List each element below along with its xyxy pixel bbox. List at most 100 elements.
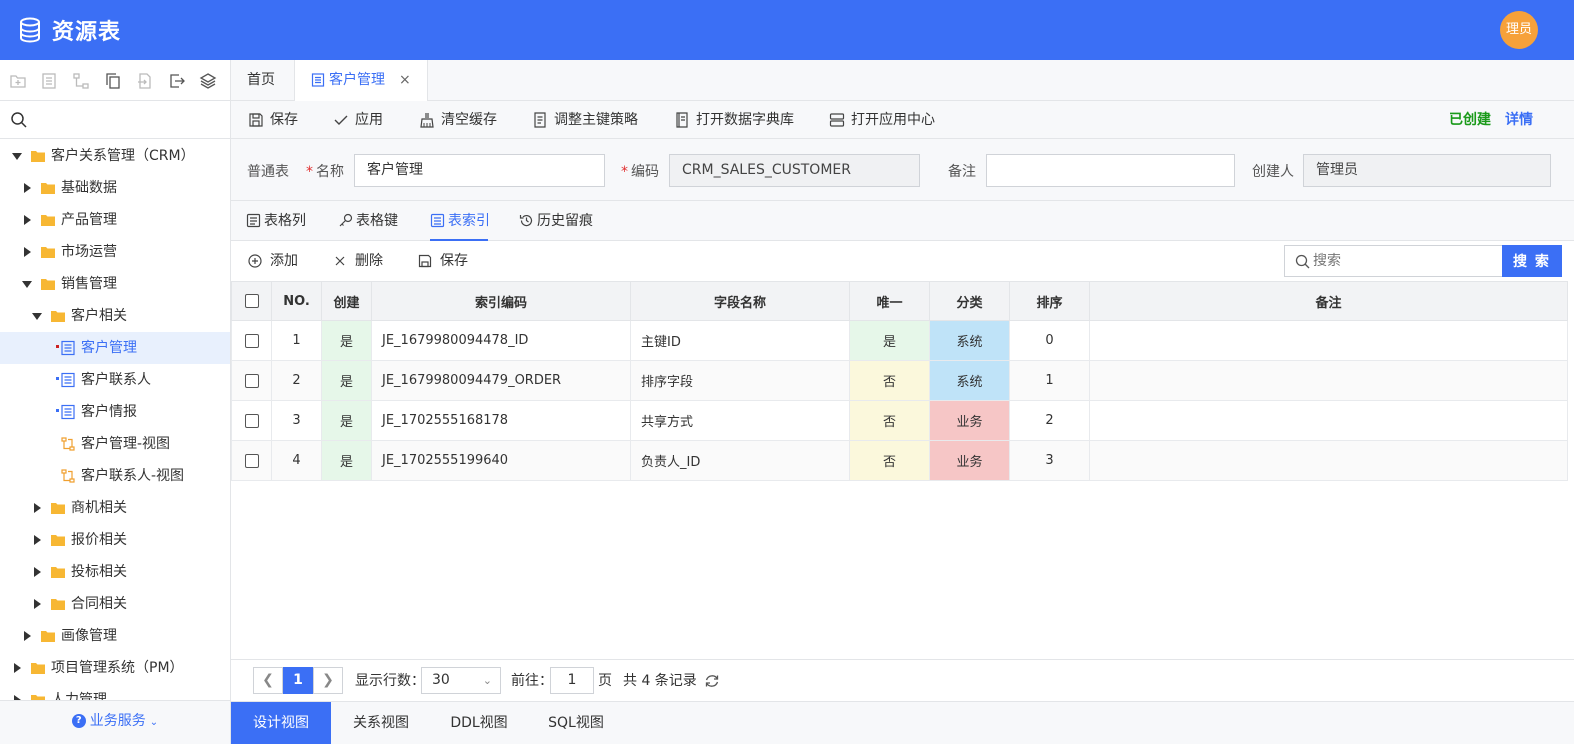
- row-checkbox[interactable]: [244, 333, 259, 348]
- layers-icon[interactable]: [199, 72, 217, 90]
- tree-item[interactable]: 基础数据: [0, 172, 230, 204]
- tree-item[interactable]: 画像管理: [0, 620, 230, 652]
- tree-item[interactable]: 报价相关: [0, 524, 230, 556]
- remark-field[interactable]: [986, 154, 1235, 187]
- unique-cell[interactable]: 否: [849, 400, 930, 441]
- user-avatar[interactable]: 理员: [1500, 11, 1538, 49]
- tree-item[interactable]: 项目管理系统（PM）: [0, 652, 230, 684]
- search-button[interactable]: 搜 索: [1502, 245, 1562, 277]
- tab-table-columns[interactable]: 表格列: [246, 201, 308, 241]
- tree-item[interactable]: 客户管理: [0, 332, 230, 364]
- tree-item[interactable]: 投标相关: [0, 556, 230, 588]
- detail-link[interactable]: 详情: [1505, 101, 1533, 139]
- category-cell[interactable]: 系统: [929, 320, 1010, 361]
- current-page-button[interactable]: 1: [283, 667, 313, 694]
- caret-down-icon[interactable]: [12, 151, 22, 161]
- code-field[interactable]: CRM_SALES_CUSTOMER: [669, 154, 920, 187]
- row-checkbox[interactable]: [244, 413, 259, 428]
- tree-item[interactable]: 产品管理: [0, 204, 230, 236]
- tab-table-keys[interactable]: 表格键: [338, 201, 400, 241]
- table-row[interactable]: 3 是 JE_1702555168178 共享方式否业务 2: [231, 400, 1568, 441]
- category-cell[interactable]: 系统: [929, 360, 1010, 401]
- column-header[interactable]: NO.: [271, 281, 322, 321]
- column-header[interactable]: 索引编码: [371, 281, 631, 321]
- table-row[interactable]: 4 是 JE_1702555199640 负责人_ID 否业务 3: [231, 440, 1568, 481]
- category-cell[interactable]: 业务: [929, 400, 1010, 441]
- tree-item[interactable]: 客户管理-视图: [0, 428, 230, 460]
- caret-right-icon[interactable]: [32, 567, 42, 577]
- next-page-button[interactable]: ❯: [313, 667, 343, 694]
- field-name-cell[interactable]: 共享方式: [630, 400, 850, 441]
- remark-cell[interactable]: [1089, 440, 1568, 481]
- grid-search-input[interactable]: [1313, 250, 1498, 272]
- copy-icon[interactable]: [104, 72, 122, 90]
- goto-page-input[interactable]: 1: [550, 667, 594, 694]
- remark-cell[interactable]: [1089, 360, 1568, 401]
- tree-item[interactable]: 商机相关: [0, 492, 230, 524]
- prev-page-button[interactable]: ❮: [253, 667, 283, 694]
- tab-sql-view[interactable]: SQL视图: [526, 702, 626, 744]
- index-code-cell[interactable]: JE_1679980094478_ID: [371, 320, 631, 361]
- close-icon[interactable]: ×: [399, 60, 411, 100]
- tree-item[interactable]: 客户情报: [0, 396, 230, 428]
- caret-right-icon[interactable]: [32, 599, 42, 609]
- remark-cell[interactable]: [1089, 320, 1568, 361]
- caret-down-icon[interactable]: [22, 279, 32, 289]
- column-header[interactable]: 分类: [929, 281, 1010, 321]
- column-header[interactable]: 创建: [321, 281, 372, 321]
- order-cell[interactable]: 2: [1009, 400, 1090, 441]
- caret-right-icon[interactable]: [32, 503, 42, 513]
- index-code-cell[interactable]: JE_1679980094479_ORDER: [371, 360, 631, 401]
- caret-right-icon[interactable]: [32, 535, 42, 545]
- tree-item[interactable]: 客户关系管理（CRM）: [0, 140, 230, 172]
- sidebar-search-input[interactable]: [34, 107, 224, 133]
- tab-home[interactable]: 首页: [247, 60, 275, 101]
- field-name-cell[interactable]: 排序字段: [630, 360, 850, 401]
- refresh-icon[interactable]: [704, 673, 720, 689]
- name-field[interactable]: 客户管理: [354, 154, 605, 187]
- field-name-cell[interactable]: 负责人_ID: [630, 440, 850, 481]
- field-name-cell[interactable]: 主键ID: [630, 320, 850, 361]
- table-row[interactable]: 1 是 JE_1679980094478_ID 主键ID 是系统 0: [231, 320, 1568, 361]
- tree-item[interactable]: 合同相关: [0, 588, 230, 620]
- creator-field[interactable]: 管理员: [1303, 154, 1551, 187]
- column-header[interactable]: 字段名称: [630, 281, 850, 321]
- order-cell[interactable]: 1: [1009, 360, 1090, 401]
- unique-cell[interactable]: 否: [849, 440, 930, 481]
- business-service-menu[interactable]: ? 业务服务 ⌄: [0, 700, 230, 744]
- select-all-checkbox[interactable]: [244, 294, 259, 308]
- tree-item[interactable]: 市场运营: [0, 236, 230, 268]
- caret-right-icon[interactable]: [22, 215, 32, 225]
- tree-item[interactable]: 客户联系人: [0, 364, 230, 396]
- row-checkbox[interactable]: [244, 373, 259, 388]
- add-table-icon[interactable]: [40, 72, 58, 90]
- caret-right-icon[interactable]: [22, 631, 32, 641]
- caret-right-icon[interactable]: [22, 247, 32, 257]
- table-row[interactable]: 2 是 JE_1679980094479_ORDER 排序字段否系统 1: [231, 360, 1568, 401]
- tab-relation-view[interactable]: 关系视图: [331, 702, 431, 744]
- tab-customer-management[interactable]: 客户管理 ×: [294, 60, 428, 102]
- caret-down-icon[interactable]: [32, 311, 42, 321]
- export-icon[interactable]: [168, 72, 186, 90]
- tree-item[interactable]: 人力管理: [0, 684, 230, 700]
- order-cell[interactable]: 3: [1009, 440, 1090, 481]
- caret-right-icon[interactable]: [12, 663, 22, 673]
- rows-per-page-select[interactable]: 30 ⌄: [421, 667, 501, 694]
- import-icon[interactable]: [136, 72, 154, 90]
- index-code-cell[interactable]: JE_1702555168178: [371, 400, 631, 441]
- row-checkbox[interactable]: [244, 453, 259, 468]
- add-folder-icon[interactable]: [9, 72, 27, 90]
- caret-right-icon[interactable]: [22, 183, 32, 193]
- unique-cell[interactable]: 是: [849, 320, 930, 361]
- add-view-icon[interactable]: [72, 72, 90, 90]
- unique-cell[interactable]: 否: [849, 360, 930, 401]
- column-header[interactable]: 唯一: [849, 281, 930, 321]
- tab-design-view[interactable]: 设计视图: [231, 702, 331, 744]
- index-code-cell[interactable]: JE_1702555199640: [371, 440, 631, 481]
- order-cell[interactable]: 0: [1009, 320, 1090, 361]
- tree-item[interactable]: 客户相关: [0, 300, 230, 332]
- column-header[interactable]: 备注: [1089, 281, 1568, 321]
- tree-item[interactable]: 销售管理: [0, 268, 230, 300]
- tree-item[interactable]: 客户联系人-视图: [0, 460, 230, 492]
- tab-ddl-view[interactable]: DDL视图: [429, 702, 529, 744]
